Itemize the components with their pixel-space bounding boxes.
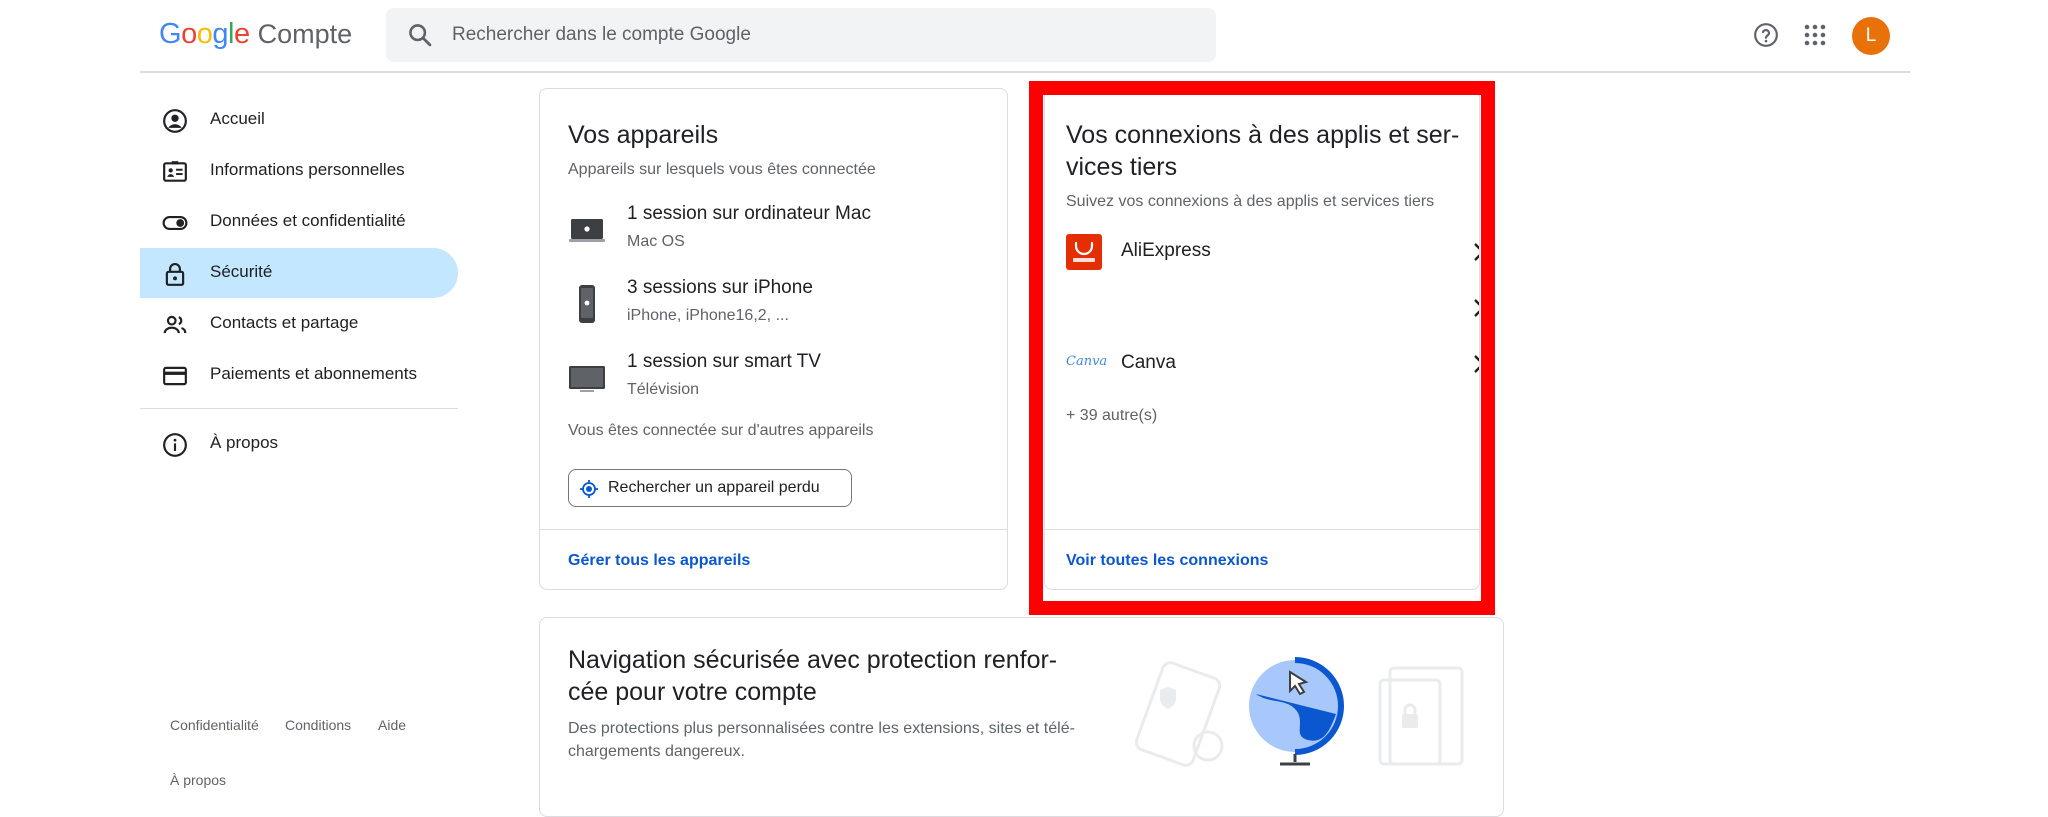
- device-name: 1 session sur ordinateur Mac: [627, 203, 871, 224]
- sidebar-item-security[interactable]: Sécurité: [140, 248, 458, 298]
- card-divider: [540, 529, 1007, 530]
- header-divider: [140, 71, 1910, 73]
- devices-card-subtitle: Appareils sur lesquels vous êtes connect…: [568, 161, 876, 178]
- sidebar-item-label: Sécurité: [210, 262, 273, 281]
- sidebar-item-label: Informations personnelles: [210, 160, 405, 179]
- devices-card: Vos appareils Appareils sur lesquels vou…: [539, 88, 1008, 590]
- safe-browsing-illustration: [1134, 657, 1464, 767]
- help-button[interactable]: [1748, 17, 1784, 53]
- devices-card-title: Vos appareils: [568, 121, 719, 149]
- sidebar-item-data-privacy[interactable]: Données et confidentialité: [140, 197, 458, 247]
- sidebar-divider: [140, 408, 458, 409]
- device-row-mac[interactable]: 1 session sur ordinateur Mac Mac OS: [568, 203, 968, 263]
- safe-browsing-desc-line2: chargements dangereux.: [568, 743, 745, 760]
- toggle-icon: [162, 215, 188, 231]
- footer-link-privacy[interactable]: Confidentialité: [170, 717, 259, 733]
- highlight-box: [1029, 81, 1495, 615]
- avatar[interactable]: L: [1852, 17, 1890, 55]
- credit-card-icon: [163, 366, 187, 386]
- sidebar-item-home[interactable]: Accueil: [140, 95, 458, 145]
- info-icon: [163, 433, 187, 457]
- account-circle-icon: [163, 109, 187, 133]
- device-name: 3 sessions sur iPhone: [627, 277, 813, 298]
- search-input[interactable]: Rechercher dans le compte Google: [452, 24, 751, 46]
- laptop-icon: [569, 219, 605, 242]
- sidebar-item-label: À propos: [210, 433, 279, 452]
- search-bar[interactable]: Rechercher dans le compte Google: [386, 8, 1216, 62]
- google-account-logo[interactable]: Google Compte: [159, 18, 352, 54]
- device-detail: iPhone, iPhone16,2, ...: [627, 307, 789, 324]
- safe-browsing-title-line1: Navigation sécurisée avec protection ren…: [568, 646, 1058, 674]
- device-name: 1 session sur smart TV: [627, 351, 821, 372]
- search-icon[interactable]: [406, 21, 434, 49]
- apps-grid-icon: [1804, 24, 1826, 46]
- google-wordmark: Google: [159, 18, 250, 50]
- manage-devices-link[interactable]: Gérer tous les appareils: [568, 552, 750, 570]
- sidebar-item-label: Paiements et abonnements: [210, 364, 417, 383]
- sidebar-item-payments[interactable]: Paiements et abonnements: [140, 350, 458, 400]
- sidebar-item-personal-info[interactable]: Informations personnelles: [140, 146, 458, 196]
- device-row-iphone[interactable]: 3 sessions sur iPhone iPhone, iPhone16,2…: [568, 277, 968, 337]
- find-lost-device-button[interactable]: Rechercher un appareil perdu: [568, 469, 852, 507]
- id-card-icon: [163, 161, 187, 182]
- app-header: Google Compte Rechercher dans le compte …: [0, 0, 2048, 72]
- sidebar-item-label: Contacts et partage: [210, 313, 359, 332]
- sidebar-item-label: Accueil: [210, 109, 265, 128]
- device-detail: Télévision: [627, 381, 700, 398]
- device-row-smart-tv[interactable]: 1 session sur smart TV Télévision: [568, 351, 968, 411]
- locate-icon: [580, 480, 598, 498]
- find-lost-device-label: Rechercher un appareil perdu: [608, 479, 820, 496]
- product-name: Compte: [257, 19, 353, 49]
- lock-icon: [165, 263, 185, 286]
- sidebar-item-label: Données et confidentialité: [210, 211, 406, 230]
- people-icon: [163, 315, 187, 334]
- other-devices-text: Vous êtes connectée sur d'autres apparei…: [568, 422, 874, 439]
- safe-browsing-title-line2: cée pour votre compte: [568, 678, 817, 706]
- footer-link-terms[interactable]: Conditions: [285, 717, 351, 733]
- sidebar-item-about[interactable]: À propos: [140, 419, 458, 469]
- tv-icon: [569, 366, 605, 392]
- phone-icon: [579, 285, 595, 323]
- help-icon: [1754, 23, 1778, 47]
- safe-browsing-desc-line1: Des protections plus personnalisées cont…: [568, 720, 1075, 737]
- footer-link-help[interactable]: Aide: [378, 717, 406, 733]
- footer-link-about[interactable]: À propos: [170, 772, 226, 788]
- sidebar-item-contacts-sharing[interactable]: Contacts et partage: [140, 299, 458, 349]
- apps-launcher-button[interactable]: [1797, 17, 1833, 53]
- device-detail: Mac OS: [627, 233, 685, 250]
